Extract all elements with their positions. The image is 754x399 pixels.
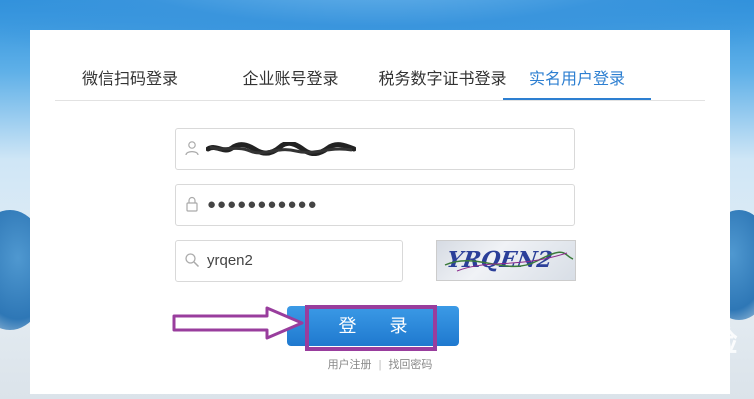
lock-icon bbox=[184, 196, 200, 212]
tab-tax-digital-certificate-login[interactable]: 税务数字证书登录 bbox=[360, 70, 525, 100]
watermark-url: jingyan.baidu.com bbox=[582, 364, 679, 378]
captcha-value: yrqen2 bbox=[207, 252, 253, 269]
redacted-username bbox=[206, 142, 356, 156]
tab-enterprise-account-login[interactable]: 企业账号登录 bbox=[233, 70, 348, 100]
register-link[interactable]: 用户注册 bbox=[328, 359, 372, 371]
login-button-label: 登 录 bbox=[338, 316, 422, 336]
annotation-arrow-icon bbox=[172, 306, 304, 340]
forgot-password-link[interactable]: 找回密码 bbox=[388, 359, 432, 371]
tab-real-name-user-login[interactable]: 实名用户登录 bbox=[503, 70, 651, 100]
captcha-noise bbox=[444, 251, 574, 272]
search-icon bbox=[184, 252, 200, 268]
user-icon bbox=[184, 140, 200, 156]
captcha-image[interactable]: YRQEN2 bbox=[436, 240, 576, 281]
password-value: ●●●●●●●●●●● bbox=[207, 196, 318, 213]
login-tabs: 微信扫码登录 企业账号登录 税务数字证书登录 实名用户登录 bbox=[55, 66, 705, 101]
password-field[interactable]: ●●●●●●●●●●● bbox=[175, 184, 575, 226]
captcha-field[interactable]: yrqen2 bbox=[175, 240, 403, 282]
username-field[interactable] bbox=[175, 128, 575, 170]
account-links: 用户注册 | 找回密码 bbox=[310, 356, 450, 374]
watermark: Bai du 经验 jingyan.baidu.com bbox=[580, 320, 750, 390]
tab-wechat-qr-login[interactable]: 微信扫码登录 bbox=[55, 70, 205, 100]
watermark-logo: Bai du 经验 bbox=[580, 326, 739, 357]
links-separator: | bbox=[378, 359, 382, 371]
